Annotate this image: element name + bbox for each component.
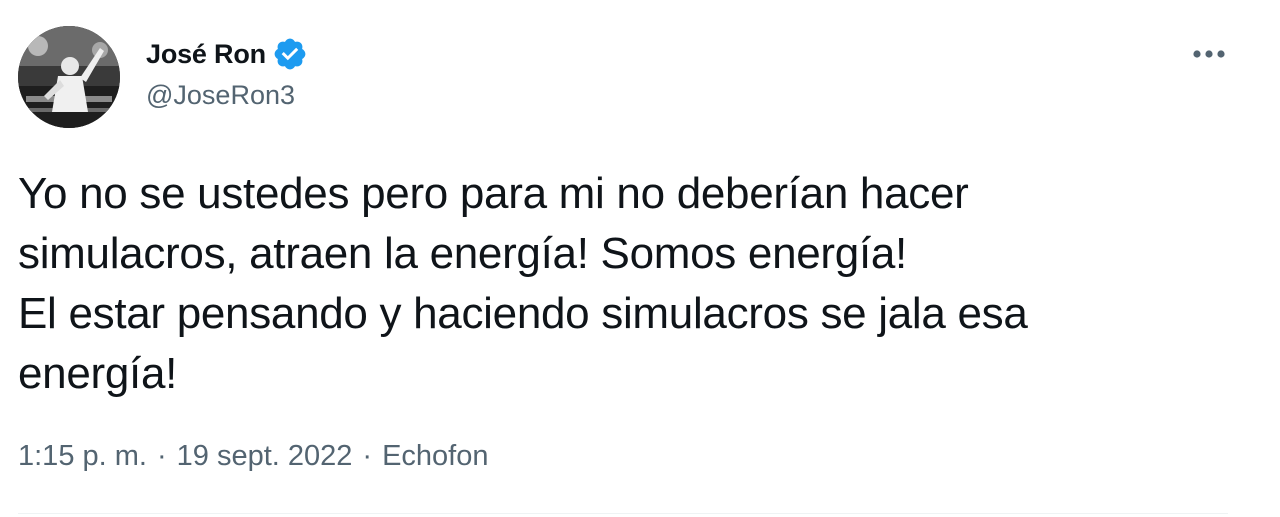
- meta-separator: ·: [362, 440, 373, 472]
- tweet-date[interactable]: 19 sept. 2022: [177, 440, 353, 473]
- more-options-button[interactable]: [1186, 36, 1232, 72]
- meta-separator: ·: [156, 440, 167, 472]
- avatar[interactable]: [18, 26, 120, 128]
- display-name[interactable]: José Ron: [146, 39, 266, 70]
- profile-photo-icon: [18, 26, 120, 128]
- tweet-time[interactable]: 1:15 p. m.: [18, 440, 147, 473]
- tweet-card: José Ron @JoseRon3 Yo no se ustedes pero…: [0, 0, 1280, 517]
- user-handle[interactable]: @JoseRon3: [146, 80, 308, 111]
- divider: [18, 513, 1228, 514]
- verified-badge-icon: [272, 36, 308, 72]
- name-row: José Ron: [146, 34, 308, 74]
- ellipsis-icon: [1193, 50, 1225, 58]
- tweet-source-link[interactable]: Echofon: [382, 440, 488, 473]
- tweet-metadata: 1:15 p. m. · 19 sept. 2022 · Echofon: [18, 440, 489, 473]
- tweet-text: Yo no se ustedes pero para mi no debería…: [18, 169, 1028, 398]
- author-info: José Ron @JoseRon3: [146, 34, 308, 111]
